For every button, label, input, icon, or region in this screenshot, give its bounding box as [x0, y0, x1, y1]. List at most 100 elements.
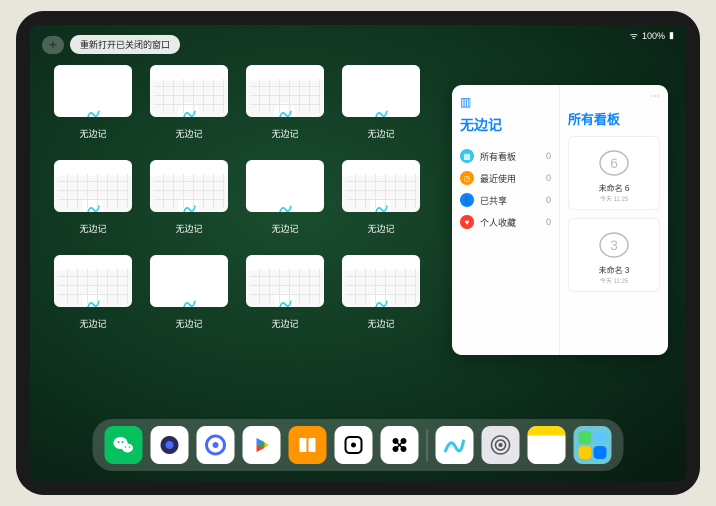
top-bar: + 重新打开已关闭的窗口: [42, 35, 180, 54]
sidebar-item-count: 0: [546, 195, 551, 205]
sidebar: ▥ 无边记 ▦ 所有看板 0 ◷ 最近使用 0 👤 已共享 0 ♥ 个人收藏 0: [452, 85, 560, 355]
boards-panel: ⋯ 所有看板 6 未命名 6 今天 11:253 未命名 3今天 11:25: [560, 85, 668, 355]
window-thumbnail[interactable]: 无边记: [54, 160, 132, 235]
window-thumbnail[interactable]: 无边记: [342, 255, 420, 330]
freeform-app-icon: [371, 103, 391, 117]
freeform-app-icon: [275, 198, 295, 212]
freeform-app-icon: [83, 293, 103, 307]
window-preview: [246, 255, 324, 307]
window-preview: [54, 65, 132, 117]
window-thumbnail[interactable]: 无边记: [150, 255, 228, 330]
window-preview: [342, 160, 420, 212]
freeform-app-icon: [275, 103, 295, 117]
window-thumbnail[interactable]: 无边记: [150, 160, 228, 235]
battery-label: 100%: [642, 31, 665, 41]
window-preview: [54, 160, 132, 212]
window-preview: [150, 65, 228, 117]
sidebar-item-label: 个人收藏: [480, 216, 516, 229]
sidebar-item[interactable]: ◷ 最近使用 0: [460, 167, 551, 189]
sidebar-item-label: 已共享: [480, 194, 507, 207]
dock: [93, 419, 624, 471]
window-preview: [342, 255, 420, 307]
battery-icon: ▮: [669, 30, 674, 41]
window-label: 无边记: [175, 222, 202, 235]
sidebar-toggle-icon[interactable]: ▥: [460, 95, 551, 109]
more-icon[interactable]: ⋯: [650, 91, 660, 102]
window-thumbnail[interactable]: 无边记: [246, 255, 324, 330]
dock-app-quark[interactable]: [197, 426, 235, 464]
sidebar-item[interactable]: ♥ 个人收藏 0: [460, 211, 551, 233]
dock-app-connect[interactable]: [381, 426, 419, 464]
window-thumbnail[interactable]: 无边记: [150, 65, 228, 140]
wifi-icon: ᯤ: [630, 29, 638, 42]
window-label: 无边记: [79, 127, 106, 140]
window-label: 无边记: [367, 127, 394, 140]
freeform-app-icon: [83, 103, 103, 117]
window-label: 无边记: [175, 127, 202, 140]
window-preview: [246, 160, 324, 212]
sidebar-item-label: 所有看板: [480, 150, 516, 163]
window-label: 无边记: [271, 317, 298, 330]
window-thumbnail[interactable]: 无边记: [54, 255, 132, 330]
window-preview: [150, 160, 228, 212]
sidebar-item-count: 0: [546, 151, 551, 161]
heart-icon: ♥: [460, 215, 474, 229]
dock-app-freeform[interactable]: [436, 426, 474, 464]
freeform-app-icon: [371, 293, 391, 307]
window-label: 无边记: [367, 317, 394, 330]
person-icon: 👤: [460, 193, 474, 207]
window-preview: [342, 65, 420, 117]
dock-app-wechat[interactable]: [105, 426, 143, 464]
svg-text:3: 3: [610, 237, 618, 253]
status-bar: ᯤ 100% ▮: [630, 29, 674, 42]
sidebar-item[interactable]: ▦ 所有看板 0: [460, 145, 551, 167]
window-label: 无边记: [175, 317, 202, 330]
board-name: 未命名 3: [599, 265, 630, 276]
window-label: 无边记: [271, 127, 298, 140]
window-label: 无边记: [271, 222, 298, 235]
app-expose-grid: 无边记无边记无边记无边记无边记无边记无边记无边记无边记无边记无边记无边记: [54, 65, 420, 330]
window-thumbnail[interactable]: 无边记: [246, 65, 324, 140]
screen: ᯤ 100% ▮ + 重新打开已关闭的窗口 无边记无边记无边记无边记无边记无边记…: [30, 25, 686, 481]
board-preview: 6: [590, 143, 638, 183]
window-label: 无边记: [367, 222, 394, 235]
dock-separator: [427, 429, 428, 461]
window-preview: [246, 65, 324, 117]
window-label: 无边记: [79, 222, 106, 235]
sidebar-item-count: 0: [546, 173, 551, 183]
clock-icon: ◷: [460, 171, 474, 185]
board-card[interactable]: 6未命名 6今天 11:25: [568, 136, 660, 210]
dock-app-books[interactable]: [289, 426, 327, 464]
freeform-app-icon: [179, 198, 199, 212]
window-thumbnail[interactable]: 无边记: [246, 160, 324, 235]
dock-app-app-library[interactable]: [574, 426, 612, 464]
dock-app-dice[interactable]: [335, 426, 373, 464]
panel-title: 所有看板: [568, 109, 660, 128]
sidebar-item-label: 最近使用: [480, 172, 516, 185]
add-window-button[interactable]: +: [42, 36, 64, 54]
freeform-app-icon: [371, 198, 391, 212]
reopen-closed-window-button[interactable]: 重新打开已关闭的窗口: [70, 35, 180, 54]
ipad-frame: ᯤ 100% ▮ + 重新打开已关闭的窗口 无边记无边记无边记无边记无边记无边记…: [16, 11, 700, 495]
freeform-app-icon: [179, 293, 199, 307]
window-thumbnail[interactable]: 无边记: [54, 65, 132, 140]
board-name: 未命名 6: [599, 183, 630, 194]
sidebar-title: 无边记: [460, 115, 551, 135]
sidebar-item-count: 0: [546, 217, 551, 227]
svg-text:6: 6: [610, 155, 618, 171]
freeform-app-icon: [179, 103, 199, 117]
dock-app-settings[interactable]: [482, 426, 520, 464]
window-label: 无边记: [79, 317, 106, 330]
dock-app-notes[interactable]: [528, 426, 566, 464]
grid-icon: ▦: [460, 149, 474, 163]
stage-manager-window[interactable]: ▥ 无边记 ▦ 所有看板 0 ◷ 最近使用 0 👤 已共享 0 ♥ 个人收藏 0 ⋯ 所有看板 6 未命…: [452, 85, 668, 355]
window-preview: [150, 255, 228, 307]
board-time: 今天 11:25: [600, 276, 628, 285]
board-card[interactable]: 3 未命名 3今天 11:25: [568, 218, 660, 292]
dock-app-quark-hd[interactable]: [151, 426, 189, 464]
dock-app-play[interactable]: [243, 426, 281, 464]
window-thumbnail[interactable]: 无边记: [342, 160, 420, 235]
sidebar-item[interactable]: 👤 已共享 0: [460, 189, 551, 211]
freeform-app-icon: [83, 198, 103, 212]
window-thumbnail[interactable]: 无边记: [342, 65, 420, 140]
